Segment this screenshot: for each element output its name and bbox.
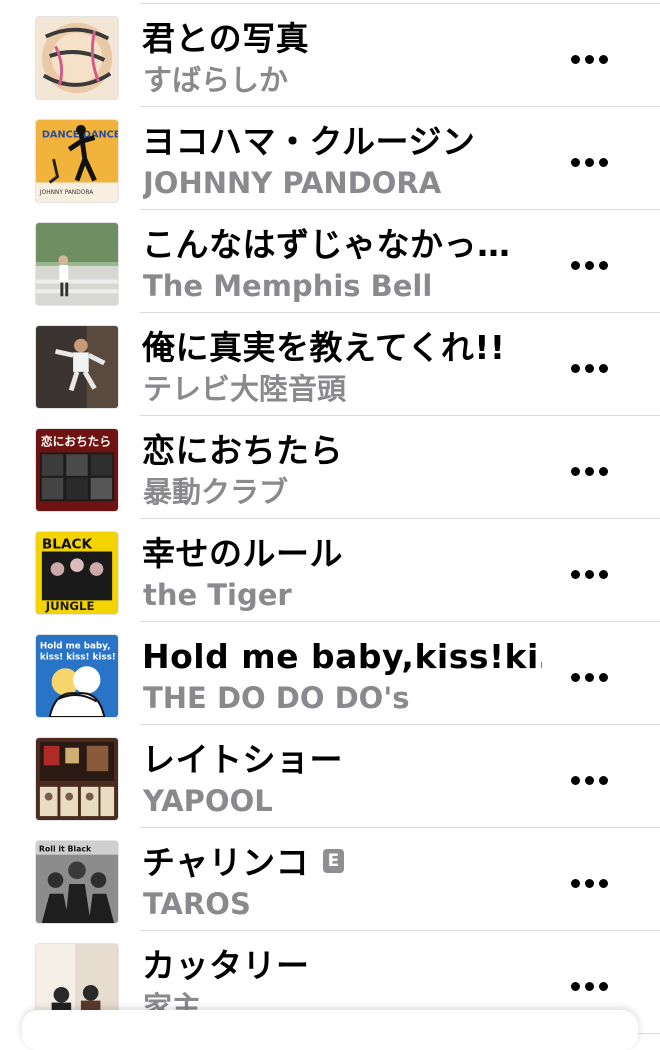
song-row[interactable]: Roll it Black チャリンコ E TAROS (0, 828, 660, 931)
song-title-text: チャリンコ (142, 843, 310, 882)
song-row[interactable]: DANCE DANCE DANCE JOHNNY PANDORA ヨコハマ・クルー… (0, 107, 660, 210)
song-title-text: レイトショー (142, 740, 343, 779)
song-title-text: 恋におちたら (142, 431, 343, 470)
song-row[interactable]: レイトショー YAPOOL (0, 725, 660, 828)
song-row[interactable]: BLACK JUNGLE 幸せのルール the Tiger (0, 519, 660, 622)
dot (585, 982, 594, 991)
dot (599, 261, 608, 270)
song-artist: The Memphis Bell (143, 269, 433, 303)
song-title: ヨコハマ・クルージン (142, 122, 542, 162)
song-title-text: 君との写真 (142, 19, 310, 58)
dot (585, 879, 594, 888)
song-title: Hold me baby,kiss!ki… (142, 637, 542, 677)
song-row[interactable]: こんなはずじゃなかっ… The Memphis Bell (0, 210, 660, 313)
song-title: 幸せのルール (142, 534, 542, 574)
svg-text:恋におちたら: 恋におちたら (41, 435, 111, 449)
dot (585, 776, 594, 785)
dot (599, 570, 608, 579)
song-artist: 暴動クラブ (143, 475, 289, 509)
dot (599, 982, 608, 991)
svg-text:BLACK: BLACK (42, 537, 93, 553)
song-title: レイトショー (142, 740, 542, 780)
dot (571, 982, 580, 991)
song-title: こんなはずじゃなかっ… (142, 225, 542, 265)
dot (571, 364, 580, 373)
song-title-text: 俺に真実を教えてくれ!! (142, 328, 506, 367)
svg-text:JUNGLE: JUNGLE (45, 599, 95, 613)
album-art-taros: Roll it Black (35, 840, 119, 924)
song-title-text: 幸せのルール (142, 534, 343, 573)
dot (585, 364, 594, 373)
song-artist: JOHNNY PANDORA (143, 166, 442, 200)
dot (599, 776, 608, 785)
song-artist: TAROS (143, 887, 251, 921)
dot (571, 673, 580, 682)
album-art-subarashika (35, 16, 119, 100)
song-artist: THE DO DO DO's (143, 681, 410, 715)
dot (571, 570, 580, 579)
song-row[interactable]: 俺に真実を教えてくれ!! テレビ大陸音頭 (0, 313, 660, 416)
dot (571, 879, 580, 888)
dot (585, 467, 594, 476)
ellipsis-more-icon[interactable] (571, 244, 615, 284)
dot (599, 364, 608, 373)
dot (585, 55, 594, 64)
album-art-terebi-tairiku (35, 325, 119, 409)
ellipsis-more-icon[interactable] (571, 759, 615, 799)
dot (571, 261, 580, 270)
dot (571, 158, 580, 167)
album-art-the-tiger: BLACK JUNGLE (35, 531, 119, 615)
dot (571, 467, 580, 476)
ellipsis-more-icon[interactable] (571, 141, 615, 181)
ellipsis-more-icon[interactable] (571, 862, 615, 902)
dot (599, 55, 608, 64)
explicit-badge: E (323, 848, 345, 873)
song-title-text: カッタリー (142, 946, 310, 985)
song-artist: すばらしか (143, 63, 289, 97)
ellipsis-more-icon[interactable] (571, 965, 615, 1005)
ellipsis-more-icon[interactable] (571, 656, 615, 696)
ellipsis-more-icon[interactable] (571, 450, 615, 490)
song-row[interactable]: 恋におちたら 恋におちたら暴動クラブ (0, 416, 660, 519)
mini-player-sheet[interactable] (22, 1010, 638, 1050)
dot (585, 261, 594, 270)
dot (599, 879, 608, 888)
album-art-yapool (35, 737, 119, 821)
song-title-text: Hold me baby,kiss!ki… (142, 637, 542, 676)
song-title: カッタリー (142, 946, 542, 986)
album-art-memphis-bell (35, 222, 119, 306)
song-title: 恋におちたら (142, 431, 542, 471)
song-title-text: こんなはずじゃなかっ… (142, 225, 511, 264)
svg-text:kiss! kiss! kiss!: kiss! kiss! kiss! (40, 652, 116, 662)
album-art-johnny-pandora: DANCE DANCE DANCE JOHNNY PANDORA (35, 119, 119, 203)
dot (585, 673, 594, 682)
song-artist: テレビ大陸音頭 (143, 372, 347, 406)
ellipsis-more-icon[interactable] (571, 553, 615, 593)
song-row[interactable]: 君との写真すばらしか (0, 4, 660, 107)
song-row[interactable]: Hold me baby, kiss! kiss! kiss! Hold me … (0, 622, 660, 725)
song-title: 君との写真 (142, 19, 542, 59)
dot (599, 158, 608, 167)
song-artist: the Tiger (143, 578, 292, 612)
ellipsis-more-icon[interactable] (571, 38, 615, 78)
dot (571, 776, 580, 785)
dot (571, 55, 580, 64)
svg-text:Hold me baby,: Hold me baby, (40, 642, 111, 652)
dot (599, 673, 608, 682)
ellipsis-more-icon[interactable] (571, 347, 615, 387)
dot (585, 570, 594, 579)
album-art-do-do-dos: Hold me baby, kiss! kiss! kiss! (35, 634, 119, 718)
dot (599, 467, 608, 476)
album-art-boudou-club: 恋におちたら (35, 428, 119, 512)
svg-text:Roll it Black: Roll it Black (39, 845, 92, 854)
song-artist: YAPOOL (143, 784, 273, 818)
svg-text:JOHNNY PANDORA: JOHNNY PANDORA (39, 190, 93, 196)
song-title: 俺に真実を教えてくれ!! (142, 328, 542, 368)
dot (585, 158, 594, 167)
song-title: チャリンコ E (142, 843, 542, 883)
song-title-text: ヨコハマ・クルージン (142, 122, 476, 161)
